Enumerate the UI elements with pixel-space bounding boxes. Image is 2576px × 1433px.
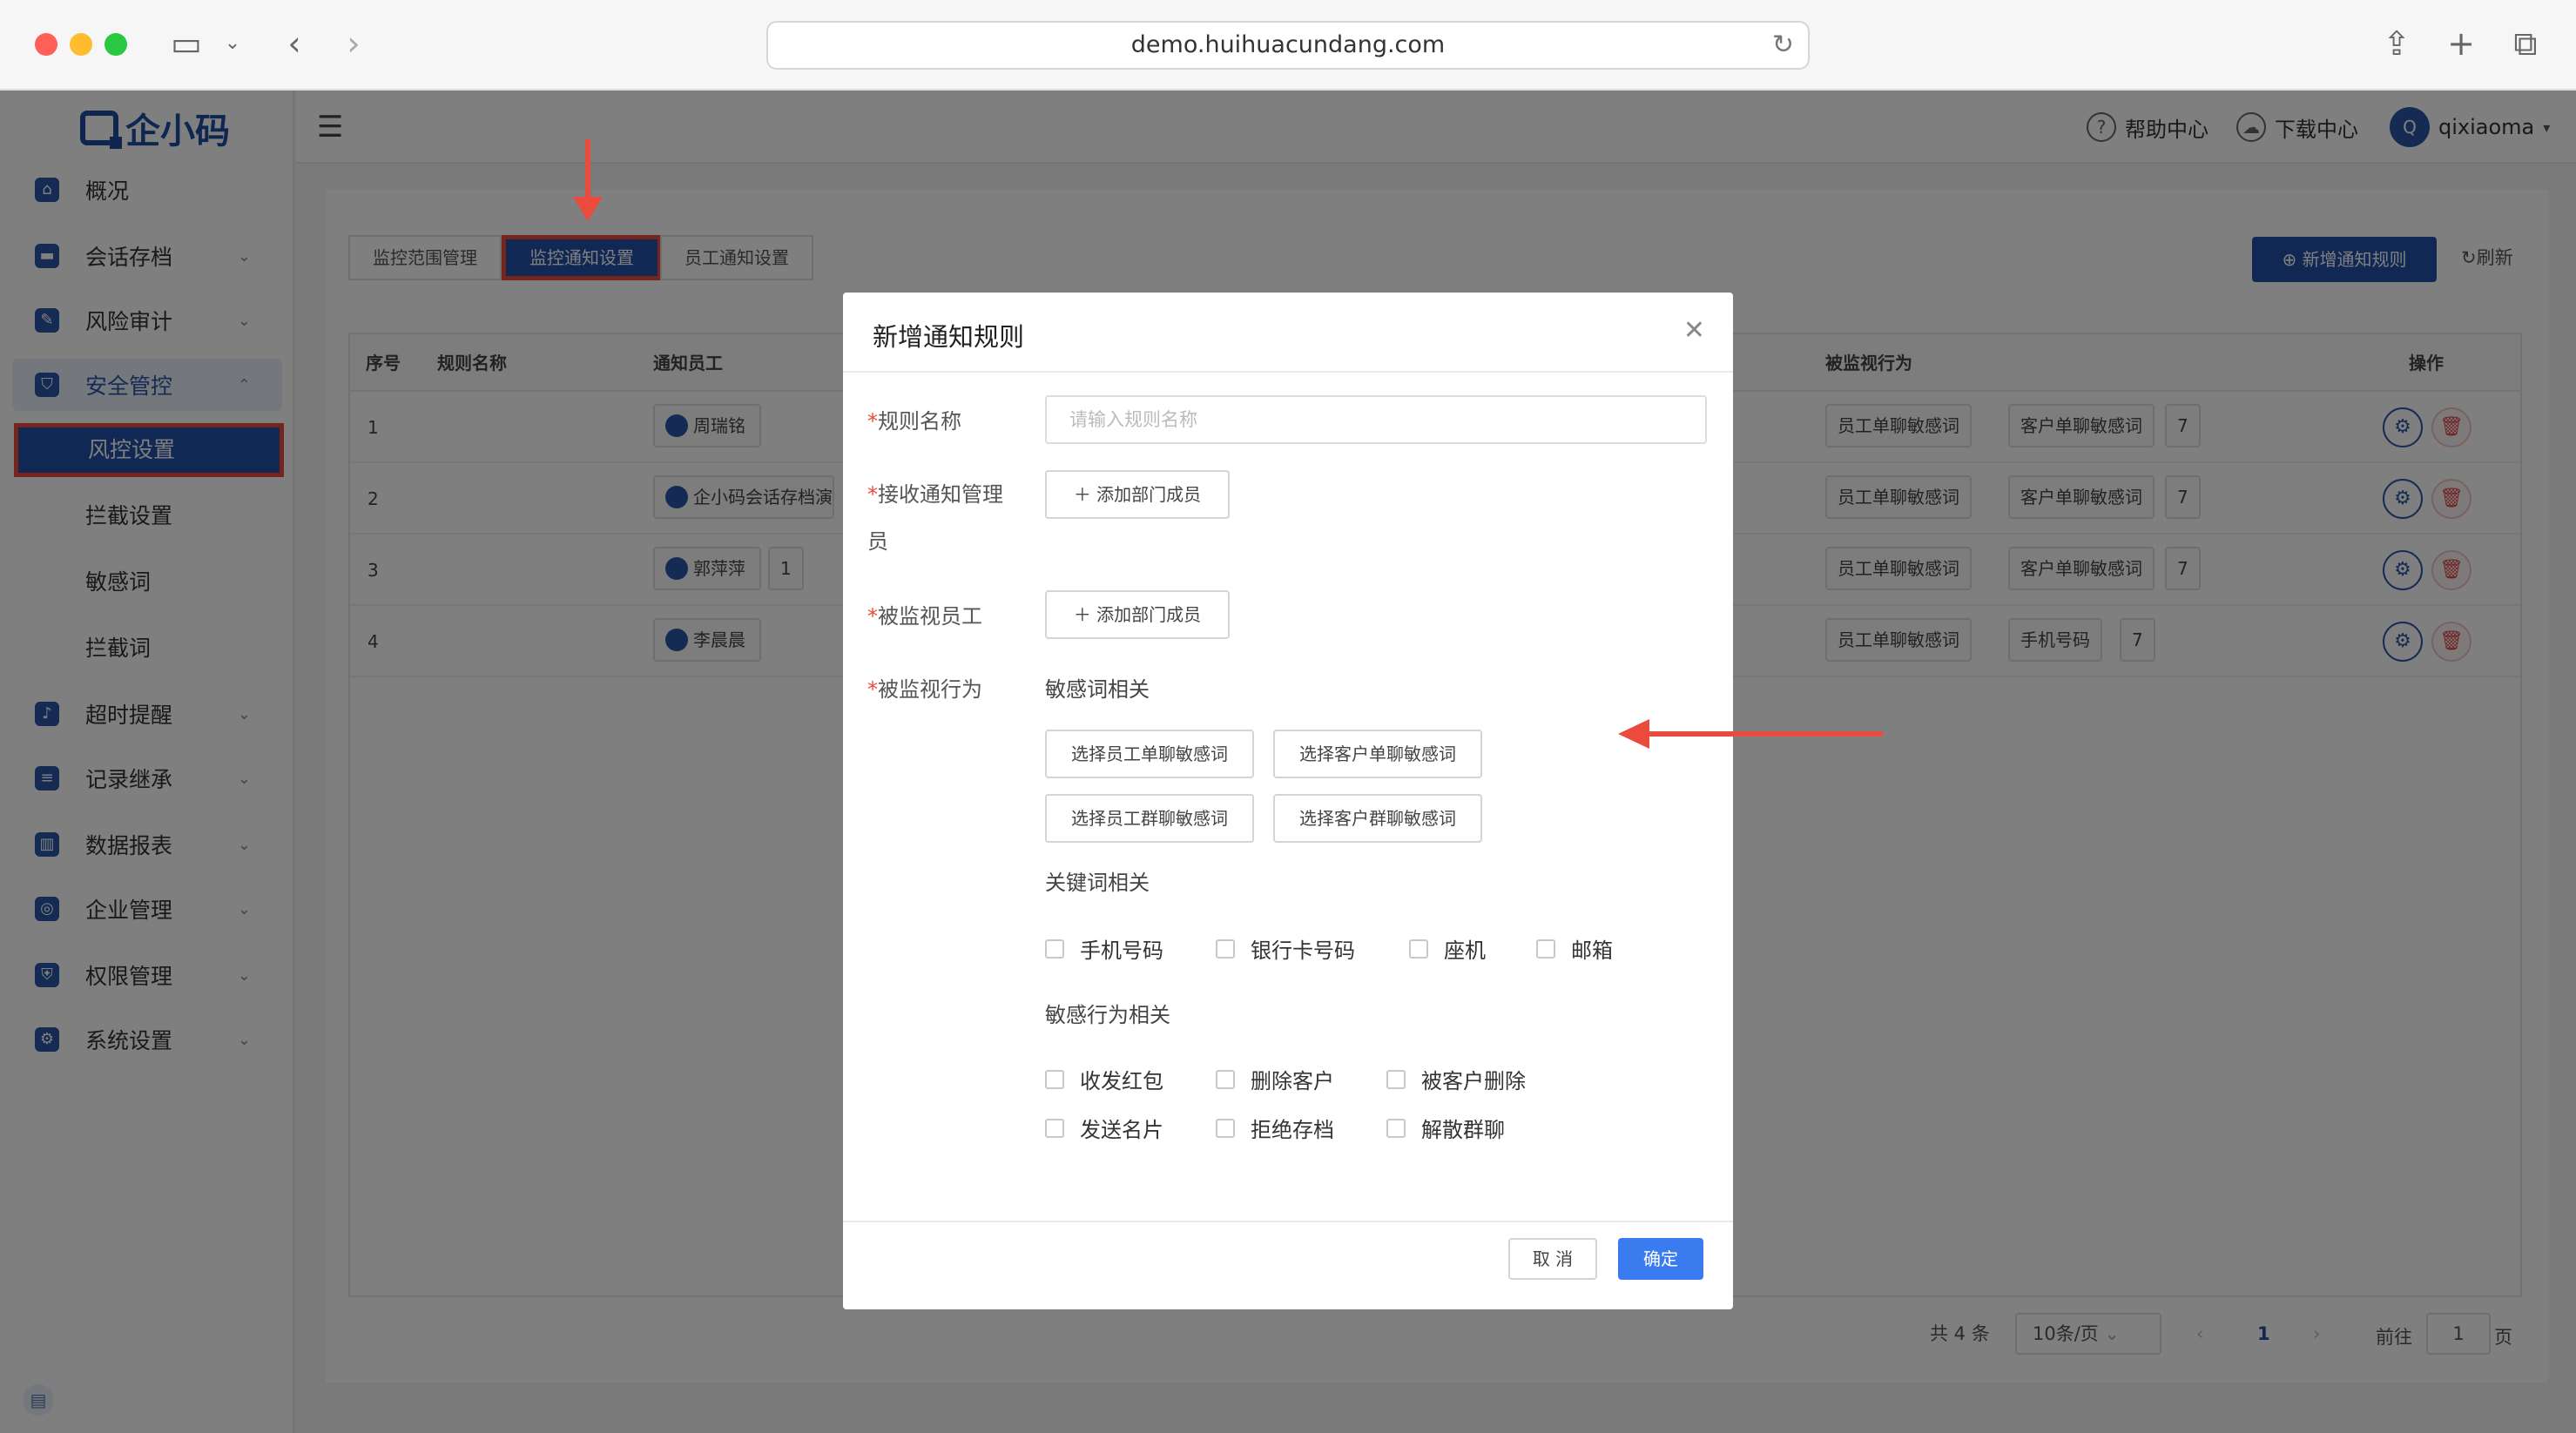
checkbox-bank-card[interactable]: 银行卡号码 [1216, 933, 1355, 964]
watched-behavior-label-text: 被监视行为 [878, 677, 982, 702]
annotation-arrow-left-head [1618, 719, 1649, 749]
checkbox-label: 发送名片 [1080, 1118, 1163, 1142]
plus-icon: ＋ [1073, 604, 1091, 625]
behavior-section-title: 敏感行为相关 [1045, 1003, 1170, 1027]
add-rule-modal: 新增通知规则 ✕ *规则名称 请输入规则名称 *接收通知管理 员 ＋ 添加部门成… [843, 293, 1733, 1309]
checkbox-box[interactable] [1536, 939, 1555, 959]
select-employee-single-sensitive-button[interactable]: 选择员工单聊敏感词 [1045, 730, 1254, 778]
chevron-down-icon[interactable]: ⌄ [219, 23, 246, 64]
rule-name-label: *规则名称 [867, 409, 961, 434]
checkbox-delete-customer[interactable]: 删除客户 [1216, 1064, 1334, 1094]
reload-icon[interactable]: ↻ [1772, 23, 1794, 68]
checkbox-label: 座机 [1444, 939, 1486, 963]
checkbox-label: 手机号码 [1080, 939, 1163, 963]
close-window-button[interactable] [35, 33, 57, 56]
checkbox-box[interactable] [1386, 1069, 1406, 1089]
checkbox-label: 被客户删除 [1421, 1069, 1526, 1093]
checkbox-refuse-archive[interactable]: 拒绝存档 [1216, 1113, 1334, 1143]
add-watched-member-button[interactable]: ＋ 添加部门成员 [1045, 590, 1230, 639]
select-customer-single-sensitive-button[interactable]: 选择客户单聊敏感词 [1273, 730, 1482, 778]
checkbox-label: 解散群聊 [1421, 1118, 1505, 1142]
checkbox-label: 删除客户 [1251, 1069, 1334, 1093]
forward-icon[interactable]: › [336, 23, 371, 64]
select-customer-group-sensitive-button[interactable]: 选择客户群聊敏感词 [1273, 794, 1482, 843]
checkbox-phone-number[interactable]: 手机号码 [1045, 933, 1163, 964]
tabs-overview-icon[interactable]: ⧉ [2506, 23, 2545, 64]
share-icon[interactable]: ⇪ [2377, 23, 2416, 64]
rule-name-label-text: 规则名称 [878, 409, 961, 434]
checkbox-send-card[interactable]: 发送名片 [1045, 1113, 1163, 1143]
url-text: demo.huihuacundang.com [1130, 31, 1446, 58]
checkbox-dissolve-group[interactable]: 解散群聊 [1386, 1113, 1505, 1143]
modal-title: 新增通知规则 [873, 322, 1025, 352]
checkbox-landline[interactable]: 座机 [1409, 933, 1486, 964]
select-employee-group-sensitive-button[interactable]: 选择员工群聊敏感词 [1045, 794, 1254, 843]
watched-behavior-label: *被监视行为 [867, 677, 982, 702]
checkbox-box[interactable] [1216, 1069, 1235, 1089]
checkbox-box[interactable] [1045, 939, 1064, 959]
checkbox-label: 收发红包 [1080, 1069, 1163, 1093]
checkbox-label: 拒绝存档 [1251, 1118, 1334, 1142]
annotation-arrow-left [1644, 731, 1883, 737]
confirm-button[interactable]: 确定 [1618, 1238, 1703, 1280]
keyword-section-title: 关键词相关 [1045, 871, 1150, 895]
maximize-window-button[interactable] [105, 33, 127, 56]
watched-employee-label-text: 被监视员工 [878, 604, 982, 629]
checkbox-deleted-by-customer[interactable]: 被客户删除 [1386, 1064, 1526, 1094]
checkbox-box[interactable] [1216, 939, 1235, 959]
back-icon[interactable]: ‹ [277, 23, 312, 64]
watched-employee-label: *被监视员工 [867, 604, 982, 629]
notify-admin-label: *接收通知管理 [867, 482, 1003, 507]
browser-chrome: ▭ ⌄ ‹ › demo.huihuacundang.com ↻ ⇪ + ⧉ [0, 0, 2576, 91]
checkbox-label: 银行卡号码 [1251, 939, 1355, 963]
new-tab-icon[interactable]: + [2442, 23, 2480, 64]
sensitive-section-title: 敏感词相关 [1045, 677, 1150, 702]
annotation-arrow-down-head [573, 197, 603, 221]
minimize-window-button[interactable] [70, 33, 92, 56]
checkbox-red-packet[interactable]: 收发红包 [1045, 1064, 1163, 1094]
cancel-button[interactable]: 取 消 [1508, 1238, 1597, 1280]
modal-footer-divider [843, 1221, 1733, 1222]
plus-icon: ＋ [1073, 484, 1091, 505]
add-member-label: 添加部门成员 [1096, 604, 1202, 625]
add-member-button[interactable]: ＋ 添加部门成员 [1045, 470, 1230, 519]
checkbox-box[interactable] [1045, 1069, 1064, 1089]
notify-admin-label-text: 接收通知管理 [878, 482, 1003, 507]
checkbox-box[interactable] [1409, 939, 1428, 959]
checkbox-email[interactable]: 邮箱 [1536, 933, 1613, 964]
notify-admin-label-wrap: 员 [867, 529, 888, 554]
sidebar-toggle-icon[interactable]: ▭ [167, 23, 206, 64]
modal-header: 新增通知规则 ✕ [843, 293, 1733, 373]
close-icon[interactable]: ✕ [1683, 315, 1705, 346]
checkbox-box[interactable] [1216, 1118, 1235, 1138]
annotation-arrow-down [585, 139, 590, 202]
add-member-label: 添加部门成员 [1096, 484, 1202, 505]
checkbox-box[interactable] [1045, 1118, 1064, 1138]
address-bar[interactable]: demo.huihuacundang.com ↻ [766, 21, 1810, 70]
checkbox-label: 邮箱 [1571, 939, 1613, 963]
checkbox-box[interactable] [1386, 1118, 1406, 1138]
rule-name-input[interactable]: 请输入规则名称 [1045, 395, 1707, 444]
